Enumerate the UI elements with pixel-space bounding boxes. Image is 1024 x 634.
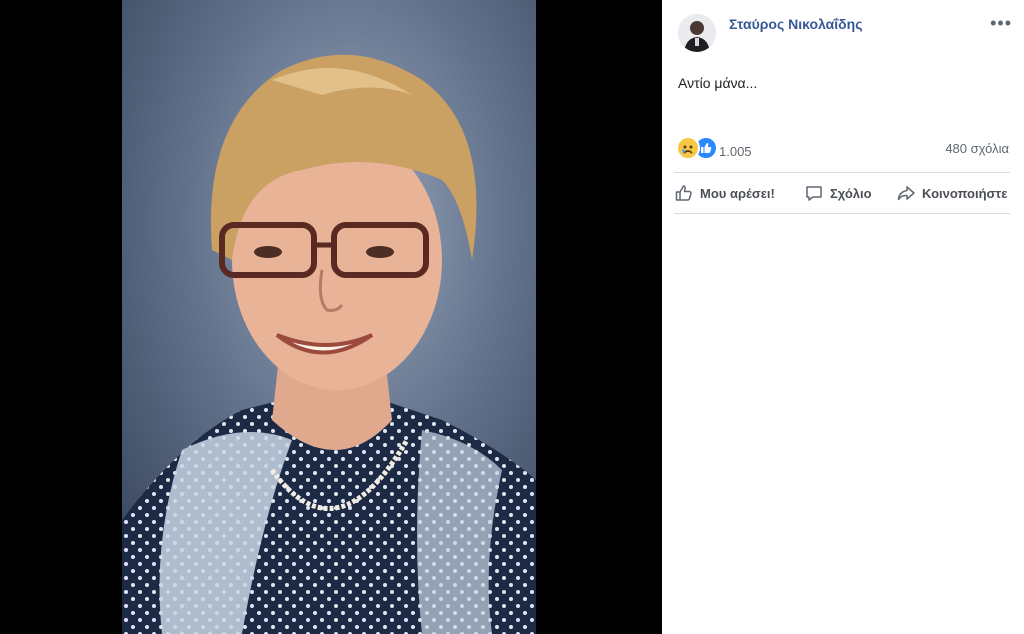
post-stats: 1.005 480 σχόλια (676, 136, 1009, 160)
post-text: Αντίο μάνα... (678, 75, 758, 91)
share-icon (897, 186, 915, 201)
comment-button[interactable]: Σχόλιο (804, 175, 872, 211)
portrait-illustration (122, 0, 536, 634)
post-sidebar: Σταύρος Νικολαΐδης ••• Αντίο μάνα... 1.0… (662, 0, 1024, 634)
post-header: Σταύρος Νικολαΐδης ••• (678, 12, 1012, 56)
share-label: Κοινοποιήστε (922, 185, 1008, 201)
comment-count[interactable]: 480 σχόλια (945, 141, 1009, 156)
more-icon[interactable]: ••• (990, 14, 1012, 32)
comment-icon (806, 186, 822, 201)
avatar[interactable] (678, 14, 716, 52)
avatar-icon (678, 14, 716, 52)
author-name[interactable]: Σταύρος Νικολαΐδης (729, 16, 863, 32)
action-bar: Μου αρέσει! Σχόλιο Κοινοποιήστε (674, 175, 1010, 211)
comment-label: Σχόλιο (830, 185, 872, 201)
like-label: Μου αρέσει! (700, 185, 775, 201)
thumbs-up-icon (675, 185, 692, 201)
divider (674, 213, 1010, 214)
reaction-count: 1.005 (719, 144, 752, 159)
divider (674, 172, 1010, 173)
sad-reaction-icon (676, 136, 700, 160)
share-button[interactable]: Κοινοποιήστε (896, 175, 1007, 211)
photo-viewer (0, 0, 662, 634)
post-photo[interactable] (122, 0, 536, 634)
like-button[interactable]: Μου αρέσει! (674, 175, 775, 211)
